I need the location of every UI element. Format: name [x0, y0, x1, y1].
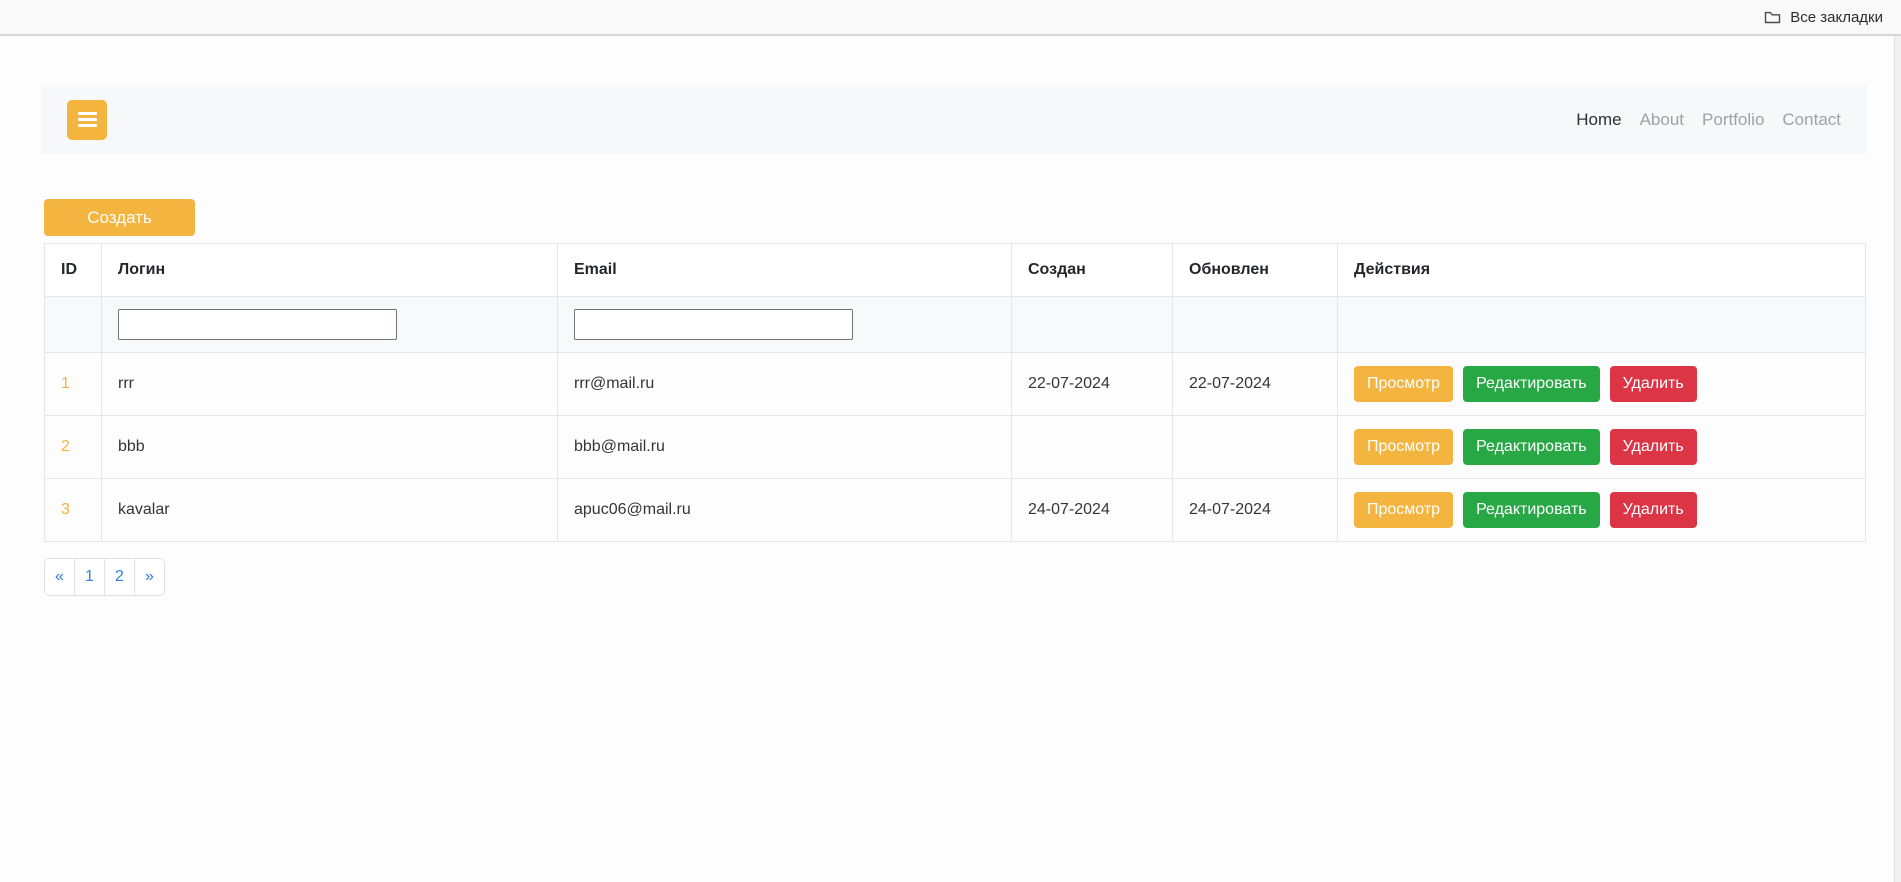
nav-link-home[interactable]: Home	[1576, 110, 1621, 130]
pagination-prev[interactable]: «	[44, 558, 75, 596]
row-email: rrr@mail.ru	[558, 353, 1012, 416]
edit-button[interactable]: Редактировать	[1463, 366, 1600, 402]
row-login: bbb	[102, 416, 558, 479]
table-row: 3 kavalar apuc06@mail.ru 24-07-2024 24-0…	[45, 479, 1866, 542]
edit-button[interactable]: Редактировать	[1463, 429, 1600, 465]
pagination: «12»	[44, 558, 1901, 596]
row-created: 22-07-2024	[1012, 353, 1173, 416]
delete-button[interactable]: Удалить	[1610, 366, 1697, 402]
row-login: kavalar	[102, 479, 558, 542]
header-login: Логин	[102, 244, 558, 297]
nav-links: Home About Portfolio Contact	[1576, 110, 1841, 130]
folder-icon	[1764, 10, 1781, 25]
users-table: ID Логин Email Создан Обновлен Действия …	[44, 243, 1866, 542]
row-id-link[interactable]: 2	[61, 438, 70, 455]
header-id: ID	[45, 244, 102, 297]
create-button[interactable]: Создать	[44, 199, 195, 236]
table-row: 2 bbb bbb@mail.ru Просмотр Редактировать У…	[45, 416, 1866, 479]
table-body: 1 rrr rrr@mail.ru 22-07-2024 22-07-2024 …	[45, 353, 1866, 542]
row-actions: Просмотр Редактировать Удалить	[1338, 353, 1866, 416]
edit-button[interactable]: Редактировать	[1463, 492, 1600, 528]
row-updated	[1173, 416, 1338, 479]
row-email: bbb@mail.ru	[558, 416, 1012, 479]
row-login: rrr	[102, 353, 558, 416]
table-row: 1 rrr rrr@mail.ru 22-07-2024 22-07-2024 …	[45, 353, 1866, 416]
navbar: Home About Portfolio Contact	[41, 85, 1867, 154]
delete-button[interactable]: Удалить	[1610, 429, 1697, 465]
pagination-page-2[interactable]: 2	[104, 558, 135, 596]
view-button[interactable]: Просмотр	[1354, 429, 1453, 465]
row-updated: 24-07-2024	[1173, 479, 1338, 542]
filter-row	[45, 297, 1866, 353]
header-updated: Обновлен	[1173, 244, 1338, 297]
row-created: 24-07-2024	[1012, 479, 1173, 542]
menu-toggle-button[interactable]	[67, 100, 107, 140]
row-id-link[interactable]: 1	[61, 375, 70, 392]
email-filter-input[interactable]	[574, 309, 853, 340]
pagination-page-1[interactable]: 1	[74, 558, 105, 596]
bookmarks-label[interactable]: Все закладки	[1790, 9, 1883, 26]
hamburger-icon	[78, 112, 97, 115]
pagination-next[interactable]: »	[134, 558, 165, 596]
view-button[interactable]: Просмотр	[1354, 492, 1453, 528]
nav-link-contact[interactable]: Contact	[1782, 110, 1841, 130]
login-filter-input[interactable]	[118, 309, 397, 340]
delete-button[interactable]: Удалить	[1610, 492, 1697, 528]
row-actions: Просмотр Редактировать Удалить	[1338, 416, 1866, 479]
row-id-link[interactable]: 3	[61, 501, 70, 518]
table-header-row: ID Логин Email Создан Обновлен Действия	[45, 244, 1866, 297]
row-email: apuc06@mail.ru	[558, 479, 1012, 542]
row-actions: Просмотр Редактировать Удалить	[1338, 479, 1866, 542]
header-created: Создан	[1012, 244, 1173, 297]
nav-link-portfolio[interactable]: Portfolio	[1702, 110, 1764, 130]
view-button[interactable]: Просмотр	[1354, 366, 1453, 402]
bookmarks-bar: Все закладки	[0, 0, 1901, 36]
row-created	[1012, 416, 1173, 479]
browser-scrollbar[interactable]	[1894, 36, 1901, 882]
header-actions: Действия	[1338, 244, 1866, 297]
row-updated: 22-07-2024	[1173, 353, 1338, 416]
nav-link-about[interactable]: About	[1640, 110, 1684, 130]
header-email: Email	[558, 244, 1012, 297]
